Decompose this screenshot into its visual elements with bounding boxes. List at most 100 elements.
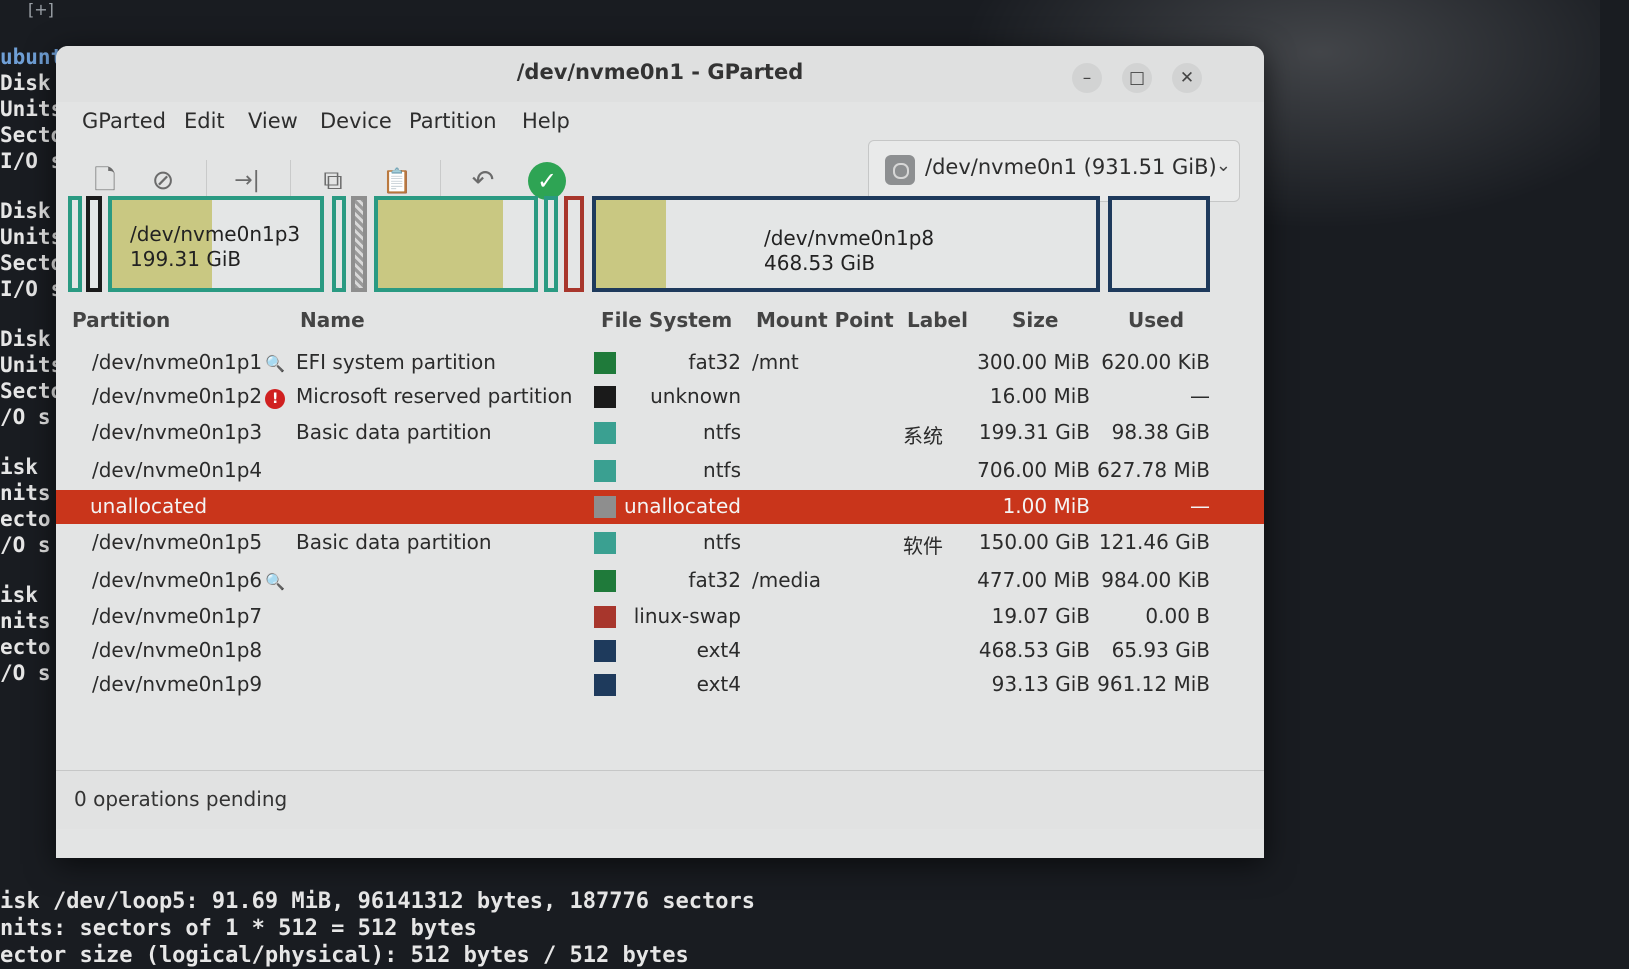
partition-path: /dev/nvme0n1p6 [92, 568, 263, 592]
label-cell: 软件 [903, 534, 943, 558]
partition-cell: /dev/nvme0n1p5 [92, 530, 262, 554]
column-header-size[interactable]: Size [1012, 308, 1058, 332]
filesystem-color-swatch [594, 460, 616, 482]
disk-map-p3-name: /dev/nvme0n1p3 [130, 222, 301, 246]
disk-map-p2[interactable] [86, 196, 102, 292]
partition-cell: unallocated [90, 494, 207, 518]
table-row[interactable]: /dev/nvme0n1p8 ext4 468.53 GiB 65.93 GiB [56, 634, 1264, 668]
used-cell: 961.12 MiB [1097, 672, 1210, 696]
maximize-button[interactable]: □ [1122, 63, 1152, 93]
column-header-label[interactable]: Label [907, 308, 968, 332]
column-header-used[interactable]: Used [1128, 308, 1184, 332]
partition-path: /dev/nvme0n1p9 [92, 672, 263, 696]
filesystem-cell: ext4 [696, 638, 741, 662]
used-cell: 620.00 KiB [1101, 350, 1210, 374]
filesystem-cell: fat32 [688, 568, 741, 592]
disk-map-p8-size: 468.53 GiB [764, 251, 876, 275]
disk-map-p8[interactable]: /dev/nvme0n1p8 468.53 GiB [592, 196, 1100, 292]
device-selector-value: /dev/nvme0n1 (931.51 GiB) [925, 155, 1217, 179]
disk-map-p6[interactable] [544, 196, 558, 292]
filesystem-color-swatch [594, 570, 616, 592]
apply-icon[interactable]: ✓ [528, 162, 566, 200]
disk-map-p8-name: /dev/nvme0n1p8 [764, 226, 935, 250]
column-header-name[interactable]: Name [300, 308, 365, 332]
disk-map-unallocated[interactable] [351, 196, 367, 292]
disk-map: /dev/nvme0n1p3 199.31 GiB /dev/nvme0n1p8… [68, 196, 1210, 302]
column-header-file-system[interactable]: File System [601, 308, 732, 332]
table-row[interactable]: /dev/nvme0n1p9 ext4 93.13 GiB 961.12 MiB [56, 668, 1264, 702]
title-bar: /dev/nvme0n1 - GParted – □ ✕ [56, 46, 1264, 102]
disk-map-p1[interactable] [68, 196, 82, 292]
filesystem-color-swatch [594, 640, 616, 662]
table-row[interactable]: /dev/nvme0n1p7 linux-swap 19.07 GiB 0.00 B [56, 600, 1264, 634]
partition-path: /dev/nvme0n1p3 [92, 420, 263, 444]
partition-cell: /dev/nvme0n1p6 🔍 [92, 568, 285, 592]
partition-cell: /dev/nvme0n1p1 🔍 [92, 350, 285, 374]
used-cell: — [1190, 494, 1210, 518]
partition-path: unallocated [90, 494, 208, 518]
size-cell: 468.53 GiB [978, 638, 1090, 662]
size-cell: 477.00 MiB [977, 568, 1090, 592]
name-cell: Basic data partition [296, 420, 492, 444]
terminal-line: isk /dev/loop5: 91.69 MiB, 96141312 byte… [0, 889, 755, 914]
status-bar: 0 operations pending [56, 770, 1264, 829]
terminal-bottom-text: isk /dev/loop5: 91.69 MiB, 96141312 byte… [0, 888, 755, 969]
table-row[interactable]: /dev/nvme0n1p6 🔍 fat32/media 477.00 MiB 984.… [56, 564, 1264, 598]
disk-map-p3[interactable]: /dev/nvme0n1p3 199.31 GiB [108, 196, 324, 292]
name-cell: Microsoft reserved partition [296, 384, 573, 408]
size-cell: 150.00 GiB [978, 530, 1090, 554]
partition-path: /dev/nvme0n1p1 [92, 350, 263, 374]
partition-path: /dev/nvme0n1p7 [92, 604, 263, 628]
table-row[interactable]: /dev/nvme0n1p1 🔍 EFI system partition fat32… [56, 346, 1264, 380]
table-row[interactable]: /dev/nvme0n1p5 Basic data partition ntfs 软件… [56, 526, 1264, 560]
filesystem-cell: unallocated [623, 494, 741, 518]
used-cell: 98.38 GiB [1111, 420, 1210, 444]
used-cell: — [1190, 384, 1210, 408]
column-header-partition[interactable]: Partition [72, 308, 170, 332]
partition-cell: /dev/nvme0n1p4 [92, 458, 262, 482]
terminal-tab-icon: [+] [28, 0, 54, 19]
partition-path: /dev/nvme0n1p5 [92, 530, 263, 554]
status-text: 0 operations pending [74, 787, 288, 811]
size-cell: 300.00 MiB [977, 350, 1090, 374]
disk-map-p3-size: 199.31 GiB [130, 247, 242, 271]
mounted-icon: 🔍 [265, 354, 286, 373]
label-cell: 系统 [903, 424, 943, 448]
filesystem-color-swatch [594, 674, 616, 696]
menu-partition[interactable]: Partition [409, 109, 497, 133]
partition-path: /dev/nvme0n1p4 [92, 458, 263, 482]
table-row[interactable]: /dev/nvme0n1p4 ntfs 706.00 MiB 627.78 MiB [56, 454, 1264, 488]
partition-cell: /dev/nvme0n1p2! [92, 384, 286, 409]
partition-cell: /dev/nvme0n1p9 [92, 672, 262, 696]
used-cell: 0.00 B [1145, 604, 1210, 628]
filesystem-cell: fat32 [688, 350, 741, 374]
size-cell: 1.00 MiB [1002, 494, 1090, 518]
menu-view[interactable]: View [248, 109, 298, 133]
name-cell: Basic data partition [296, 530, 492, 554]
filesystem-color-swatch [594, 352, 616, 374]
menu-device[interactable]: Device [320, 109, 392, 133]
table-row[interactable]: /dev/nvme0n1p2! Microsoft reserved partit… [56, 380, 1264, 414]
size-cell: 16.00 MiB [989, 384, 1090, 408]
filesystem-color-swatch [594, 496, 616, 518]
partition-cell: /dev/nvme0n1p7 [92, 604, 262, 628]
column-header-mount-point[interactable]: Mount Point [756, 308, 894, 332]
table-row[interactable]: /dev/nvme0n1p3 Basic data partition ntfs 系统… [56, 416, 1264, 450]
close-button[interactable]: ✕ [1172, 63, 1202, 93]
minimize-button[interactable]: – [1072, 63, 1102, 93]
device-selector[interactable]: /dev/nvme0n1 (931.51 GiB) ⌄ [868, 140, 1240, 202]
menu-bar: GParted Edit View Device Partition Help [56, 102, 1264, 142]
menu-edit[interactable]: Edit [184, 109, 225, 133]
disk-map-p9[interactable] [1108, 196, 1210, 292]
menu-gparted[interactable]: GParted [82, 109, 166, 133]
table-row[interactable]: unallocated unallocated 1.00 MiB — [56, 490, 1264, 524]
disk-map-p7[interactable] [564, 196, 584, 292]
mount-point-cell: /mnt [752, 350, 799, 374]
disk-map-p5[interactable] [374, 196, 538, 292]
usage-fill [378, 200, 503, 288]
filesystem-cell: unknown [650, 384, 741, 408]
disk-map-p4[interactable] [332, 196, 346, 292]
filesystem-color-swatch [594, 422, 616, 444]
terminal-line: ector size (logical/physical): 512 bytes… [0, 943, 689, 968]
menu-help[interactable]: Help [522, 109, 570, 133]
